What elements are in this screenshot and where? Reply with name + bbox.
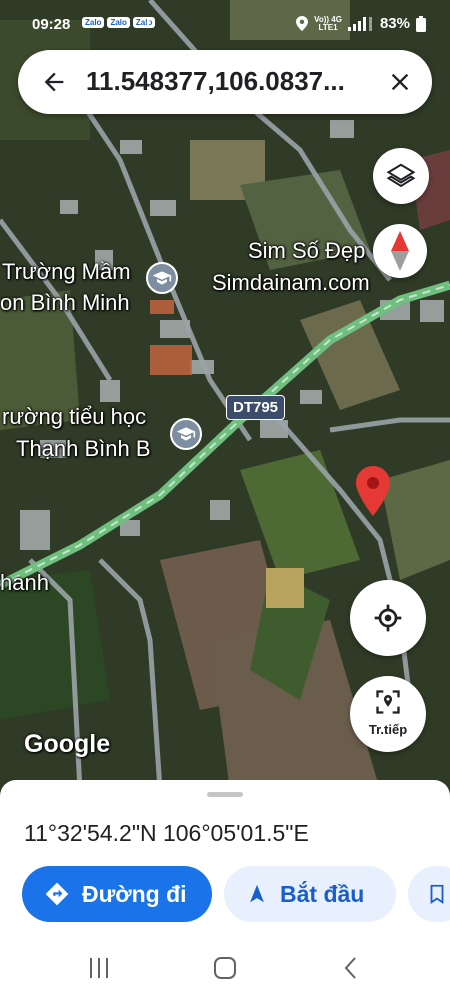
recent-apps-icon[interactable] [86,955,112,981]
compass-icon [391,231,409,271]
live-view-button[interactable]: Tr.tiếp [350,676,426,752]
battery-icon [416,15,426,32]
live-view-icon [376,690,400,714]
poi-label-business-sub[interactable]: Simdainam.com [212,270,370,296]
system-navigation-bar [0,938,450,1000]
start-navigation-button[interactable]: Bắt đầu [224,866,396,922]
navigation-arrow-icon [250,884,264,903]
live-view-label: Tr.tiếp [368,722,408,737]
start-label: Bắt đầu [280,880,365,907]
location-icon [296,16,309,31]
compass-button[interactable] [373,224,427,278]
poi-label-business[interactable]: Sim Số Đẹp [248,238,365,264]
school-poi-icon[interactable] [146,262,178,294]
back-arrow-icon[interactable] [40,68,68,96]
layers-icon [386,163,416,188]
notification-icons: Zalo Zalo Zalo [82,17,156,28]
network-indicator: Vo)) 4G LTE1 [314,14,342,32]
save-button[interactable] [408,866,450,922]
zalo-icon: Zalo [132,17,156,28]
home-icon[interactable] [212,955,238,981]
status-right: Vo)) 4G LTE1 83% [296,15,426,32]
directions-button[interactable]: Đường đi [22,866,212,922]
road-shield-dt795: DT795 [226,395,286,420]
coordinates-title: 11°32'54.2"N 106°05'01.5"E [24,820,309,846]
bookmark-icon [430,884,444,904]
my-location-button[interactable] [350,580,426,656]
battery-percent: 83% [379,15,410,32]
zalo-icon: Zalo [107,17,130,28]
location-pin-icon[interactable] [356,466,390,516]
poi-label-kindergarten[interactable]: Trường Mầm [2,259,131,285]
back-icon[interactable] [338,955,364,981]
google-logo: Google [24,730,111,758]
search-bar[interactable]: 11.548377,106.0837... [18,50,432,114]
directions-label: Đường đi [82,880,187,907]
poi-label-kindergarten-sub[interactable]: on Bình Minh [0,290,130,316]
road-label: hanh [0,570,49,595]
status-time: 09:28 [32,16,71,33]
close-icon[interactable] [386,68,414,96]
signal-icon [347,16,372,31]
directions-icon [45,882,69,906]
school-poi-icon[interactable] [170,418,202,450]
layers-button[interactable] [373,148,429,204]
poi-label-primary-school[interactable]: rường tiểu học [2,404,146,430]
satellite-map[interactable] [0,0,450,790]
search-input[interactable]: 11.548377,106.0837... [86,66,378,97]
my-location-icon [374,604,402,632]
status-bar: 09:28 Zalo Zalo Zalo • Vo)) 4G LTE1 83% [0,0,450,48]
zalo-icon: Zalo [82,17,105,28]
field-patch [266,568,304,608]
sheet-drag-handle[interactable] [207,792,243,797]
notification-dot-icon: • [146,14,151,30]
poi-label-primary-school-sub[interactable]: Thạnh Bình B [16,436,151,462]
